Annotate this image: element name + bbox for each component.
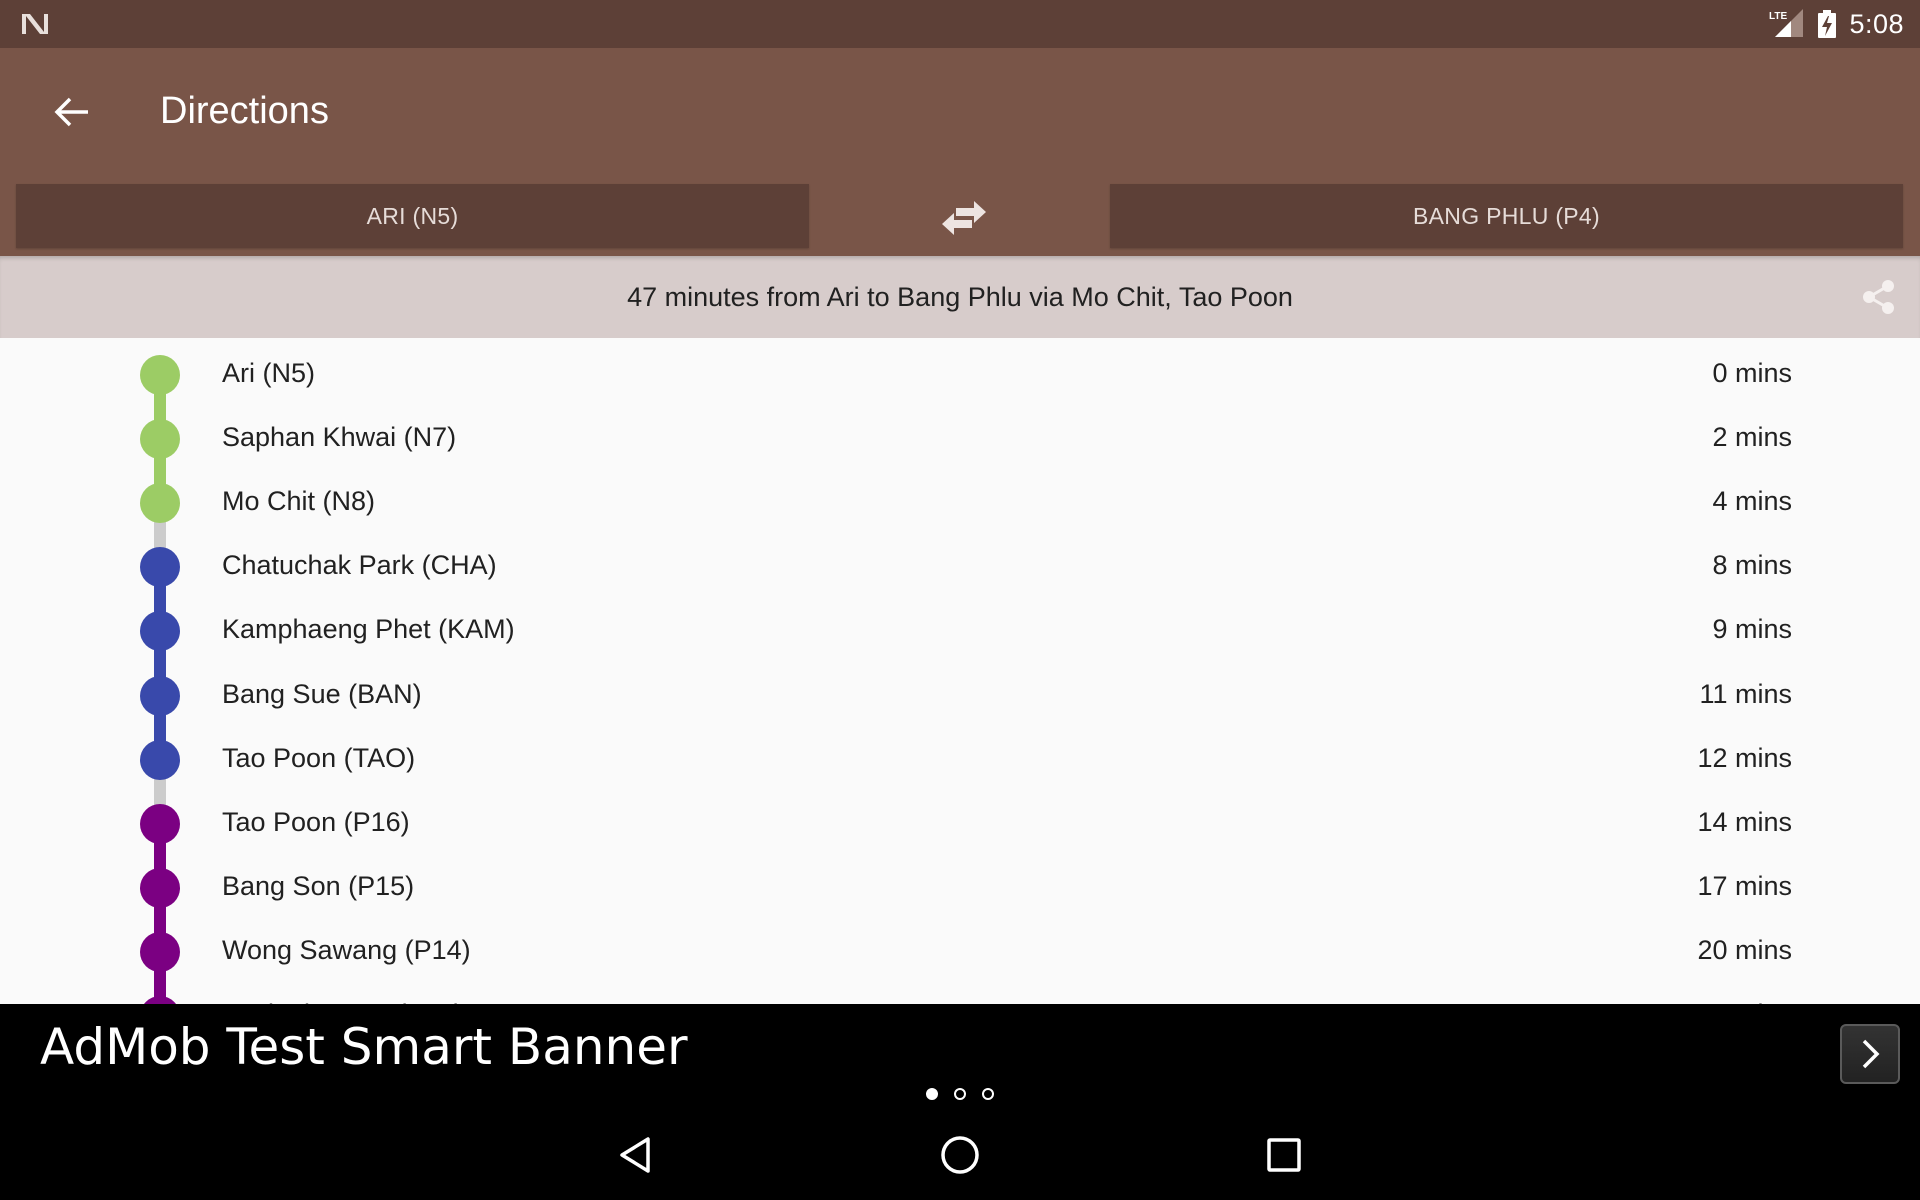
station-dot-icon [140, 803, 180, 844]
station-dot-icon [140, 611, 180, 652]
station-time: 14 mins [1697, 806, 1792, 837]
swap-horizontal-icon [942, 201, 986, 235]
swap-stations-button[interactable] [932, 188, 996, 248]
battery-charging-icon [1818, 10, 1837, 38]
route-stop-row[interactable]: Saphan Khwai (N7) 2 mins [0, 407, 1920, 471]
ad-title: AdMob Test Smart Banner [40, 1018, 688, 1076]
lte-signal-icon: LTE [1769, 9, 1804, 37]
station-time: 0 mins [1712, 358, 1792, 388]
home-circle-icon [941, 1136, 979, 1174]
station-dot-icon [140, 739, 180, 780]
station-time: 2 mins [1712, 422, 1792, 453]
app-screen: LTE 5:08 Directions ARI (N5) BANG PHLU (… [0, 0, 1920, 1200]
station-dot-icon [140, 355, 180, 395]
back-triangle-icon [620, 1137, 650, 1173]
station-dot-icon [140, 547, 180, 588]
station-name: Mo Chit (N8) [222, 486, 376, 517]
route-stop-list[interactable]: Ari (N5) 0 mins Saphan Khwai (N7) 2 mins Mo … [0, 338, 1920, 1004]
nav-back-button[interactable] [606, 1125, 666, 1185]
station-time: 4 mins [1712, 486, 1792, 517]
route-summary-text: 47 minutes from Ari to Bang Phlu via Mo … [627, 281, 1293, 312]
android-n-icon [22, 14, 48, 34]
arrow-back-icon [54, 97, 88, 127]
route-stop-row[interactable]: Yaek Tiwanon (P13)22 mins [0, 984, 1920, 1004]
station-name: Wong Sawang (P14) [222, 934, 471, 965]
page-title: Directions [160, 90, 329, 132]
station-time: 8 mins [1712, 550, 1792, 581]
share-button[interactable] [1856, 274, 1902, 320]
route-stop-row[interactable]: Bang Sue (BAN) 11 mins [0, 664, 1920, 728]
ad-page-dot [926, 1088, 938, 1100]
route-stop-row[interactable]: Bang Son (P15) 17 mins [0, 856, 1920, 920]
nav-home-button[interactable] [930, 1125, 990, 1185]
station-time: 11 mins [1699, 678, 1792, 709]
svg-text:LTE: LTE [1769, 11, 1787, 22]
station-dot-icon [140, 867, 180, 908]
station-time: 20 mins [1697, 934, 1792, 965]
ad-banner[interactable]: AdMob Test Smart Banner [0, 1004, 1920, 1110]
station-time: 12 mins [1697, 742, 1792, 773]
ad-page-indicator [0, 1088, 1920, 1100]
station-time: 9 mins [1712, 614, 1792, 645]
status-bar: LTE 5:08 [0, 0, 1920, 48]
ad-page-dot [954, 1088, 966, 1100]
station-name: Saphan Khwai (N7) [222, 422, 457, 453]
station-name: Bang Son (P15) [222, 870, 415, 901]
route-stop-row[interactable]: Chatuchak Park (CHA) 8 mins [0, 535, 1920, 599]
chevron-right-icon [1862, 1039, 1880, 1069]
system-nav-bar [0, 1110, 1920, 1200]
app-bar: Directions ARI (N5) BANG PHLU (P4) [0, 48, 1920, 256]
station-dot-icon [140, 931, 180, 972]
route-summary: 47 minutes from Ari to Bang Phlu via Mo … [0, 256, 1920, 338]
clock: 5:08 [1849, 8, 1904, 39]
route-stop-row[interactable]: Mo Chit (N8) 4 mins [0, 471, 1920, 535]
station-dot-icon [140, 996, 180, 1004]
from-station-button[interactable]: ARI (N5) [16, 184, 809, 248]
route-stop-row[interactable]: Kamphaeng Phet (KAM) 9 mins [0, 599, 1920, 663]
station-dot-icon [140, 675, 180, 716]
back-button[interactable] [48, 88, 96, 136]
station-name: Chatuchak Park (CHA) [222, 550, 497, 581]
station-name: Bang Sue (BAN) [222, 678, 422, 709]
station-name: Ari (N5) [222, 358, 315, 388]
route-stop-row[interactable]: Ari (N5) 0 mins [0, 343, 1920, 407]
station-time: 17 mins [1697, 870, 1792, 901]
station-name: Tao Poon (P16) [222, 806, 410, 837]
route-stop-row[interactable]: Tao Poon (P16) 14 mins [0, 792, 1920, 856]
station-name: Tao Poon (TAO) [222, 742, 416, 773]
route-stop-row[interactable]: Tao Poon (TAO) 12 mins [0, 728, 1920, 792]
station-dot-icon [140, 483, 180, 524]
share-icon [1863, 280, 1894, 314]
ad-page-dot [982, 1088, 994, 1100]
to-station-button[interactable]: BANG PHLU (P4) [1110, 184, 1903, 248]
recents-square-icon [1267, 1138, 1301, 1172]
route-stop-row[interactable]: Wong Sawang (P14) 20 mins [0, 920, 1920, 984]
station-name: Kamphaeng Phet (KAM) [222, 614, 515, 645]
ad-next-button[interactable] [1840, 1024, 1900, 1084]
nav-recents-button[interactable] [1254, 1125, 1314, 1185]
station-dot-icon [140, 419, 180, 460]
